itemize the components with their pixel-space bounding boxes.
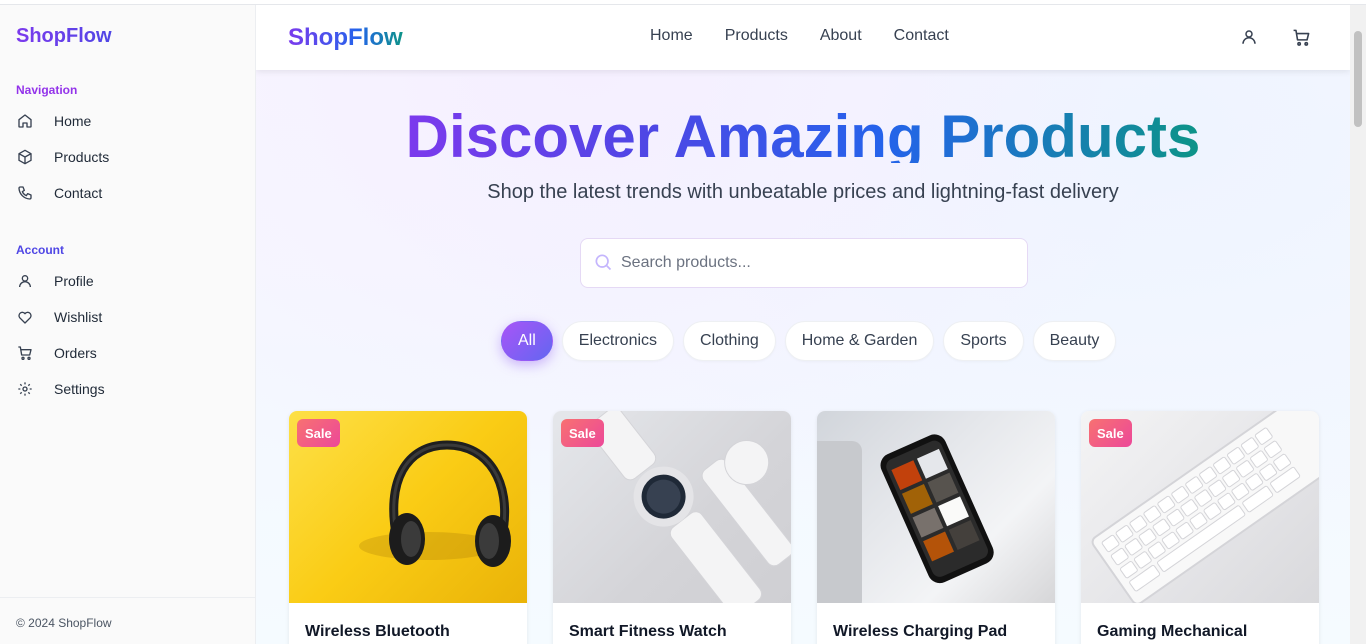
search-box xyxy=(580,238,1028,288)
search-icon xyxy=(593,252,613,272)
sale-badge: Sale xyxy=(297,419,340,447)
product-card[interactable]: Wireless Charging Pad xyxy=(817,411,1055,644)
sidebar-item-profile[interactable]: Profile xyxy=(8,265,248,297)
sidebar-item-label: Profile xyxy=(54,273,94,289)
top-header: ShopFlow Home Products About Contact xyxy=(256,5,1350,70)
cart-icon[interactable] xyxy=(1290,26,1312,48)
home-icon xyxy=(16,112,34,130)
heart-icon xyxy=(16,308,34,326)
product-card[interactable]: Sale Gaming Mechanical xyxy=(1081,411,1319,644)
sidebar-item-label: Products xyxy=(54,149,110,165)
sidebar-item-label: Home xyxy=(54,113,92,129)
scrollbar-thumb[interactable] xyxy=(1354,31,1362,127)
phone-icon xyxy=(16,184,34,202)
gear-icon xyxy=(16,380,34,398)
product-name: Smart Fitness Watch xyxy=(569,623,727,640)
category-chip-sports[interactable]: Sports xyxy=(943,321,1024,361)
hero-title: Discover Amazing Products xyxy=(256,101,1350,163)
user-icon xyxy=(16,272,34,290)
product-image-headphones: Sale xyxy=(289,411,527,603)
sidebar-item-label: Contact xyxy=(54,185,103,201)
product-name: Gaming Mechanical xyxy=(1097,623,1248,640)
product-image-smartwatch: Sale xyxy=(553,411,791,603)
product-name: Wireless Bluetooth xyxy=(305,623,450,640)
category-filters: All Electronics Clothing Home & Garden S… xyxy=(501,321,1117,361)
header-nav: Home Products About Contact xyxy=(650,27,981,45)
product-card[interactable]: Sale Wireless Bluetooth xyxy=(289,411,527,644)
sidebar-item-products[interactable]: Products xyxy=(8,141,248,173)
sidebar-section-account: Account xyxy=(16,243,64,257)
category-chip-electronics[interactable]: Electronics xyxy=(561,321,675,361)
sidebar-item-settings[interactable]: Settings xyxy=(8,373,248,405)
sidebar-item-home[interactable]: Home xyxy=(8,105,248,137)
nav-link-contact[interactable]: Contact xyxy=(894,27,949,45)
sale-badge: Sale xyxy=(1089,419,1132,447)
sidebar-item-label: Settings xyxy=(54,381,105,397)
sidebar-item-wishlist[interactable]: Wishlist xyxy=(8,301,248,333)
category-chip-beauty[interactable]: Beauty xyxy=(1032,321,1117,361)
sidebar-item-contact[interactable]: Contact xyxy=(8,177,248,209)
sidebar-item-label: Wishlist xyxy=(54,309,103,325)
product-card[interactable]: Sale Smart Fitness Watch xyxy=(553,411,791,644)
sidebar-brand[interactable]: ShopFlow xyxy=(16,25,112,48)
sidebar-footer: © 2024 ShopFlow xyxy=(0,597,255,644)
header-brand[interactable]: ShopFlow xyxy=(288,24,403,52)
category-chip-home-garden[interactable]: Home & Garden xyxy=(784,321,935,361)
nav-link-products[interactable]: Products xyxy=(725,27,788,45)
sidebar-section-navigation: Navigation xyxy=(16,83,78,97)
package-icon xyxy=(16,148,34,166)
sidebar-item-label: Orders xyxy=(54,345,97,361)
product-image-keyboard: Sale xyxy=(1081,411,1319,603)
copyright-text: © 2024 ShopFlow xyxy=(16,616,112,630)
category-chip-all[interactable]: All xyxy=(501,321,553,361)
hero-subtitle: Shop the latest trends with unbeatable p… xyxy=(487,181,1119,203)
sidebar: ShopFlow Navigation Home Products Contac… xyxy=(0,5,256,644)
product-name: Wireless Charging Pad xyxy=(833,623,1008,640)
sale-badge: Sale xyxy=(561,419,604,447)
main-content: ShopFlow Home Products About Contact Dis… xyxy=(256,5,1350,644)
vertical-scrollbar[interactable] xyxy=(1350,5,1366,644)
product-image-smartphone xyxy=(817,411,1055,603)
search-input[interactable] xyxy=(621,239,1021,287)
product-grid: Sale Wireless Bluetooth Sale Smart Fitne… xyxy=(289,411,1319,644)
category-chip-clothing[interactable]: Clothing xyxy=(683,321,776,361)
cart-icon xyxy=(16,344,34,362)
nav-link-home[interactable]: Home xyxy=(650,27,693,45)
nav-link-about[interactable]: About xyxy=(820,27,862,45)
user-icon[interactable] xyxy=(1238,26,1260,48)
sidebar-item-orders[interactable]: Orders xyxy=(8,337,248,369)
